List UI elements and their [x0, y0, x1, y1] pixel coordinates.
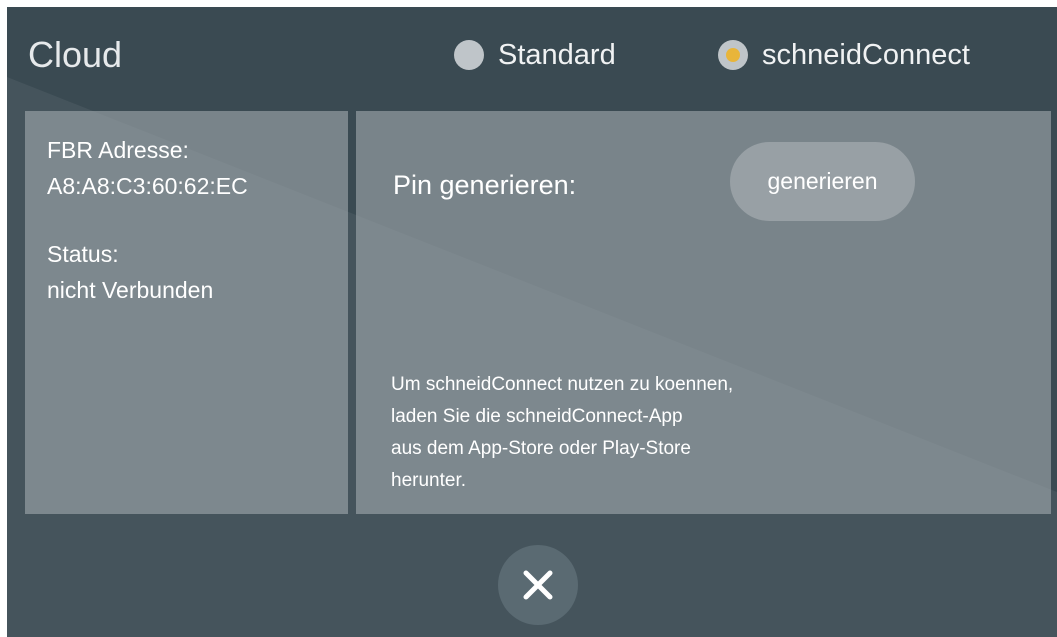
- hint-line: herunter.: [391, 470, 466, 491]
- page-title: Cloud: [28, 34, 123, 75]
- hint-line: laden Sie die schneidConnect-App: [391, 406, 683, 427]
- close-button[interactable]: [498, 545, 578, 625]
- radio-unselected-icon: [454, 40, 484, 70]
- status-value: nicht Verbunden: [47, 277, 214, 303]
- radio-standard[interactable]: Standard: [454, 37, 616, 73]
- hint-line: aus dem App-Store oder Play-Store: [391, 438, 691, 459]
- cloud-settings-screen: Cloud Standard schneidConnect FBR Adress…: [7, 7, 1057, 637]
- generate-pin-button[interactable]: generieren: [730, 142, 915, 221]
- radio-selected-icon: [718, 40, 748, 70]
- app-hint-text: Um schneidConnect nutzen zu koennen, lad…: [391, 369, 1011, 497]
- address-label: FBR Adresse:: [47, 137, 189, 163]
- hint-line: Um schneidConnect nutzen zu koennen,: [391, 374, 734, 395]
- device-info-panel: FBR Adresse: A8:A8:C3:60:62:EC Status: n…: [25, 111, 348, 514]
- radio-schneidconnect[interactable]: schneidConnect: [718, 37, 970, 73]
- radio-standard-label: Standard: [498, 39, 616, 71]
- pin-label: Pin generieren:: [393, 170, 577, 200]
- pin-panel: Pin generieren: generieren Um schneidCon…: [356, 111, 1051, 514]
- status-label: Status:: [47, 241, 119, 267]
- radio-schneidconnect-label: schneidConnect: [762, 39, 970, 71]
- address-value: A8:A8:C3:60:62:EC: [47, 173, 248, 199]
- close-icon: [523, 570, 553, 600]
